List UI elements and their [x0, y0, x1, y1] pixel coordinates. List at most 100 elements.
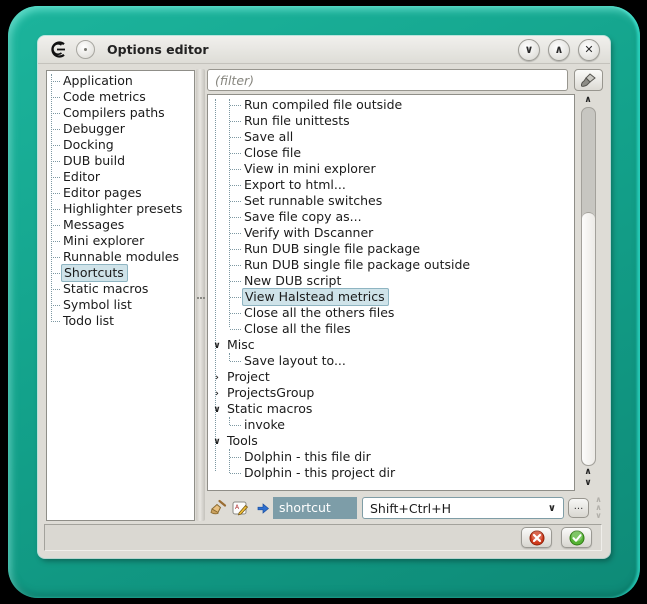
tree-item-run-dub-single-file-package-outside[interactable]: Run DUB single file package outside	[208, 257, 574, 273]
tree-item-label: Tools	[227, 433, 258, 448]
property-arrow-icon	[257, 503, 269, 514]
tree-item-label: Set runnable switches	[244, 193, 382, 208]
sidebar-item-mini-explorer[interactable]: Mini explorer	[47, 233, 194, 249]
sidebar-item-application[interactable]: Application	[47, 73, 194, 89]
tree-item-set-runnable-switches[interactable]: Set runnable switches	[208, 193, 574, 209]
window-frame: Options editor ∨ ∧ ✕ ApplicationCode met…	[8, 6, 640, 598]
tree-item-view-in-mini-explorer[interactable]: View in mini explorer	[208, 161, 574, 177]
scrollbar-thumb[interactable]	[582, 212, 595, 465]
chevron-right-icon[interactable]: ›	[210, 370, 224, 386]
shortcuts-editor: Run compiled file outsideRun file unitte…	[205, 69, 605, 527]
tree-item-label: Save all	[244, 129, 293, 144]
tree-item-save-layout-to[interactable]: Save layout to...	[208, 353, 574, 369]
tree-item-label: Close all the others files	[244, 305, 394, 320]
tree-item-view-halstead-metrics[interactable]: View Halstead metrics	[208, 289, 574, 305]
filter-input[interactable]	[207, 69, 568, 91]
tree-item-label: Save layout to...	[244, 353, 346, 368]
sidebar-item-highlighter-presets[interactable]: Highlighter presets	[47, 201, 194, 217]
scroll-down-icon[interactable]: ∨	[584, 478, 591, 489]
tree-item-label: New DUB script	[244, 273, 341, 288]
category-list[interactable]: ApplicationCode metricsCompilers pathsDe…	[46, 70, 195, 521]
sidebar-item-symbol-list[interactable]: Symbol list	[47, 297, 194, 313]
shortcut-value: Shift+Ctrl+H	[370, 501, 451, 516]
sidebar-item-dub-build[interactable]: DUB build	[47, 153, 194, 169]
tree-item-label: Dolphin - this file dir	[244, 449, 371, 464]
tree-item-dolphin-this-project-dir[interactable]: Dolphin - this project dir	[208, 465, 574, 481]
tree-item-project[interactable]: ›Project	[208, 369, 574, 385]
titlebar[interactable]: Options editor ∨ ∧ ✕	[38, 36, 610, 64]
tree-item-label: View Halstead metrics	[242, 288, 389, 306]
sidebar-item-editor[interactable]: Editor	[47, 169, 194, 185]
tree-scrollbar[interactable]: ∧ ∧ ∨	[580, 95, 596, 489]
tree-item-label: Project	[227, 369, 270, 384]
shortcut-value-combo[interactable]: Shift+Ctrl+H ∨	[362, 497, 564, 519]
sidebar-item-label: Editor pages	[63, 185, 142, 200]
sidebar-item-compilers-paths[interactable]: Compilers paths	[47, 105, 194, 121]
tree-item-save-file-copy-as[interactable]: Save file copy as...	[208, 209, 574, 225]
property-name-cell[interactable]: shortcut	[273, 497, 357, 519]
tree-item-run-compiled-file-outside[interactable]: Run compiled file outside	[208, 97, 574, 113]
more-button[interactable]: ...	[568, 498, 589, 518]
tree-item-close-file[interactable]: Close file	[208, 145, 574, 161]
tree-item-label: Close file	[244, 145, 301, 160]
ok-button[interactable]	[561, 527, 592, 548]
sidebar-item-docking[interactable]: Docking	[47, 137, 194, 153]
menu-dot-icon	[84, 48, 87, 51]
tree-item-close-all-the-others-files[interactable]: Close all the others files	[208, 305, 574, 321]
sidebar-item-label: Static macros	[63, 281, 148, 296]
tree-item-label: invoke	[244, 417, 285, 432]
sidebar-item-editor-pages[interactable]: Editor pages	[47, 185, 194, 201]
tree-item-run-dub-single-file-package[interactable]: Run DUB single file package	[208, 241, 574, 257]
property-grid-mini-scrollbar[interactable]: ∧ ∧ ∨	[592, 496, 605, 520]
sidebar-item-label: Symbol list	[63, 297, 132, 312]
dialog-button-bar	[44, 524, 602, 551]
tree-item-dolphin-this-file-dir[interactable]: Dolphin - this file dir	[208, 449, 574, 465]
scroll-down-icon[interactable]: ∨	[595, 512, 602, 520]
tree-item-tools[interactable]: ∨Tools	[208, 433, 574, 449]
chevron-up-icon: ∧	[555, 44, 564, 55]
ok-check-icon	[569, 530, 585, 546]
tree-item-new-dub-script[interactable]: New DUB script	[208, 273, 574, 289]
tree-item-misc[interactable]: ∨Misc	[208, 337, 574, 353]
shortcuts-tree[interactable]: Run compiled file outsideRun file unitte…	[207, 94, 575, 491]
tree-item-projectsgroup[interactable]: ›ProjectsGroup	[208, 385, 574, 401]
chevron-down-icon[interactable]: ∨	[210, 434, 224, 450]
splitter-handle[interactable]	[196, 69, 205, 521]
sidebar-item-todo-list[interactable]: Todo list	[47, 313, 194, 329]
chevron-down-icon[interactable]: ∨	[210, 402, 224, 418]
brush-icon	[580, 73, 597, 88]
clear-filter-button[interactable]	[574, 69, 603, 91]
cancel-button[interactable]	[521, 527, 552, 548]
scroll-up-icon[interactable]: ∧	[584, 467, 591, 478]
scroll-up-icon[interactable]: ∧	[584, 95, 591, 106]
chevron-down-icon: ∨	[525, 44, 534, 55]
sidebar-item-debugger[interactable]: Debugger	[47, 121, 194, 137]
tree-item-label: Export to html...	[244, 177, 346, 192]
edit-value-slot[interactable]: A	[229, 500, 251, 517]
tree-item-invoke[interactable]: invoke	[208, 417, 574, 433]
window-menu-button[interactable]	[76, 40, 95, 59]
tree-item-verify-with-dscanner[interactable]: Verify with Dscanner	[208, 225, 574, 241]
sidebar-item-label: Highlighter presets	[63, 201, 182, 216]
sidebar-item-runnable-modules[interactable]: Runnable modules	[47, 249, 194, 265]
scrollbar-track[interactable]	[581, 107, 596, 466]
sidebar-item-code-metrics[interactable]: Code metrics	[47, 89, 194, 105]
sidebar-item-static-macros[interactable]: Static macros	[47, 281, 194, 297]
tree-item-save-all[interactable]: Save all	[208, 129, 574, 145]
shade-button[interactable]: ∨	[518, 39, 540, 61]
filter-row	[207, 69, 605, 91]
tree-item-label: Save file copy as...	[244, 209, 362, 224]
unshade-button[interactable]: ∧	[548, 39, 570, 61]
tree-item-close-all-the-files[interactable]: Close all the files	[208, 321, 574, 337]
sidebar-item-label: Docking	[63, 137, 114, 152]
tree-item-static-macros[interactable]: ∨Static macros	[208, 401, 574, 417]
clean-shortcut-slot[interactable]	[207, 499, 229, 517]
tree-item-export-to-html[interactable]: Export to html...	[208, 177, 574, 193]
sidebar-item-messages[interactable]: Messages	[47, 217, 194, 233]
tree-item-label: Misc	[227, 337, 255, 352]
sidebar-item-shortcuts[interactable]: Shortcuts	[47, 265, 194, 281]
tree-item-run-file-unittests[interactable]: Run file unittests	[208, 113, 574, 129]
close-button[interactable]: ✕	[578, 39, 600, 61]
chevron-down-icon[interactable]: ∨	[210, 338, 224, 354]
chevron-right-icon[interactable]: ›	[210, 386, 224, 402]
